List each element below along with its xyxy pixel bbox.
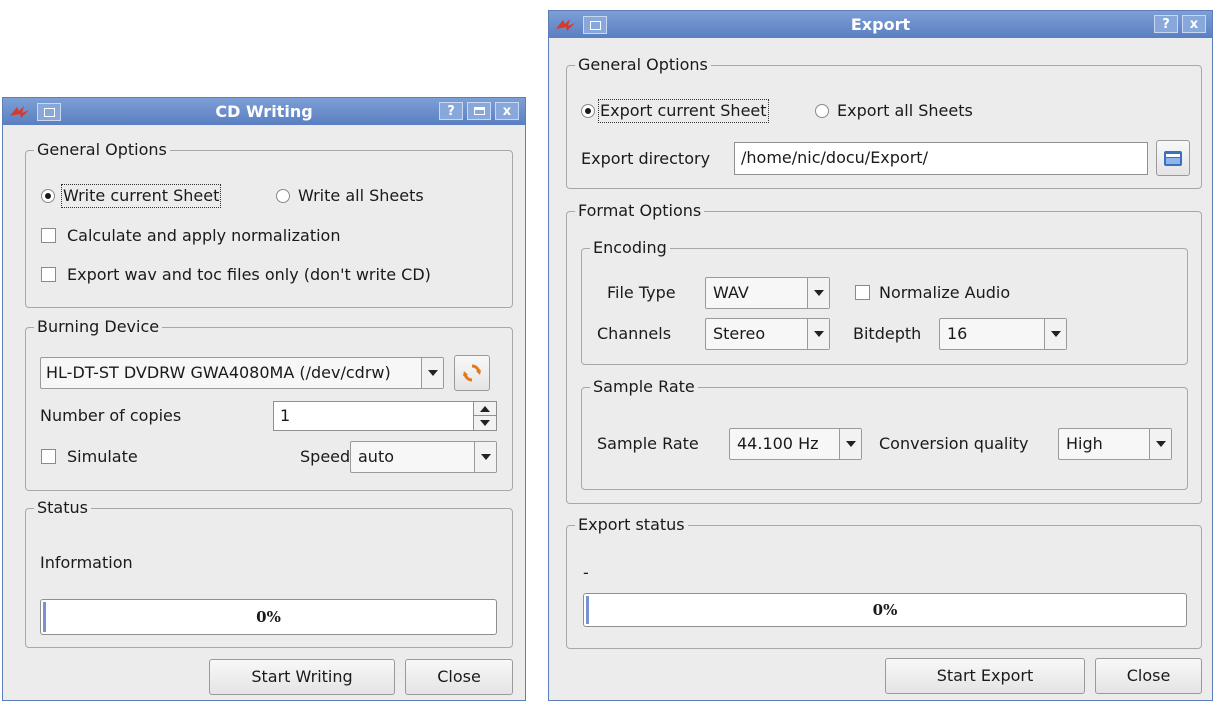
progress-text: 0%: [872, 601, 898, 619]
group-legend: Burning Device: [34, 317, 163, 337]
file-type-select[interactable]: WAV: [705, 277, 830, 309]
export-directory-label: Export directory: [581, 149, 711, 168]
device-select[interactable]: HL-DT-ST DVDRW GWA4080MA (/dev/cdrw): [40, 357, 444, 389]
bitdepth-select[interactable]: 16: [939, 318, 1067, 350]
chevron-down-icon[interactable]: [807, 278, 829, 308]
format-options-group: Format Options Encoding File Type WAV No…: [566, 201, 1202, 504]
channels-label: Channels: [597, 324, 672, 343]
export-current-radio[interactable]: [581, 104, 595, 118]
export-directory-input[interactable]: /home/nic/docu/Export/: [734, 142, 1148, 175]
chevron-down-icon[interactable]: [474, 442, 496, 472]
group-legend: Sample Rate: [590, 377, 698, 397]
bitdepth-label: Bitdepth: [853, 324, 922, 343]
export-all-label[interactable]: Export all Sheets: [837, 100, 973, 122]
close-icon[interactable]: x: [1182, 15, 1206, 33]
channels-value: Stereo: [713, 324, 766, 343]
group-legend: Encoding: [590, 238, 670, 258]
window-title: Export: [850, 15, 911, 34]
chevron-up-icon[interactable]: [474, 402, 496, 416]
burning-device-group: Burning Device HL-DT-ST DVDRW GWA4080MA …: [25, 317, 513, 491]
start-writing-button[interactable]: Start Writing: [209, 659, 395, 695]
refresh-icon: [463, 364, 481, 382]
simulate-label[interactable]: Simulate: [67, 446, 138, 468]
chevron-down-icon[interactable]: [1044, 319, 1066, 349]
file-type-label: File Type: [607, 283, 676, 302]
chevron-down-icon[interactable]: [807, 319, 829, 349]
normalize-audio-checkbox[interactable]: [855, 285, 870, 300]
simulate-checkbox[interactable]: [41, 449, 56, 464]
status-info: -: [583, 563, 589, 582]
refresh-devices-button[interactable]: [454, 355, 490, 391]
device-value: HL-DT-ST DVDRW GWA4080MA (/dev/cdrw): [46, 363, 391, 382]
export-all-radio[interactable]: [815, 104, 829, 118]
encoding-group: Encoding File Type WAV Normalize Audio C…: [581, 238, 1188, 365]
bitdepth-value: 16: [947, 324, 968, 343]
chevron-down-icon[interactable]: [839, 429, 861, 459]
export-current-label[interactable]: Export current Sheet: [598, 99, 769, 123]
normalization-checkbox[interactable]: [41, 228, 56, 243]
sample-rate-select[interactable]: 44.100 Hz: [729, 428, 862, 460]
write-current-radio[interactable]: [41, 189, 55, 203]
maximize-icon[interactable]: [467, 102, 491, 120]
copies-label: Number of copies: [40, 406, 182, 425]
write-current-label[interactable]: Write current Sheet: [61, 184, 222, 208]
sample-rate-group: Sample Rate Sample Rate 44.100 Hz Conver…: [581, 377, 1188, 490]
channels-select[interactable]: Stereo: [705, 318, 830, 350]
sample-rate-label: Sample Rate: [597, 434, 699, 453]
close-button[interactable]: Close: [1095, 658, 1202, 694]
close-button[interactable]: Close: [405, 659, 513, 695]
status-group: Status Information 0%: [25, 498, 513, 648]
group-legend: Export status: [575, 515, 688, 535]
write-all-label[interactable]: Write all Sheets: [298, 185, 424, 207]
export-window: Export ? x General Options Export curren…: [548, 10, 1213, 701]
help-icon[interactable]: ?: [1154, 15, 1178, 33]
group-legend: Format Options: [575, 201, 705, 221]
folder-open-icon: [1164, 151, 1182, 166]
chevron-down-icon[interactable]: [474, 416, 496, 430]
file-type-value: WAV: [713, 283, 749, 302]
export-directory-value: /home/nic/docu/Export/: [741, 148, 928, 167]
group-legend: General Options: [34, 140, 170, 160]
export-status-group: Export status - 0%: [566, 515, 1202, 649]
sample-rate-value: 44.100 Hz: [737, 434, 819, 453]
write-all-radio[interactable]: [276, 189, 290, 203]
status-info: Information: [40, 553, 133, 572]
general-options-group: General Options Write current Sheet Writ…: [25, 140, 513, 308]
copies-value: 1: [280, 406, 291, 425]
copies-stepper[interactable]: [473, 402, 496, 430]
export-titlebar[interactable]: Export ? x: [549, 11, 1212, 38]
chevron-down-icon[interactable]: [421, 358, 443, 388]
cd-writing-titlebar[interactable]: CD Writing ? x: [3, 98, 525, 125]
conversion-quality-label: Conversion quality: [879, 434, 1029, 453]
cd-writing-window: CD Writing ? x General Options Write cur…: [2, 97, 526, 701]
normalization-label[interactable]: Calculate and apply normalization: [67, 225, 340, 247]
progress-text: 0%: [256, 608, 281, 626]
writing-progress-bar: 0%: [40, 599, 497, 635]
speed-value: auto: [358, 447, 395, 466]
export-only-label[interactable]: Export wav and toc files only (don't wri…: [67, 264, 431, 286]
help-icon[interactable]: ?: [439, 102, 463, 120]
speed-select[interactable]: auto: [350, 441, 497, 473]
conversion-quality-value: High: [1066, 434, 1103, 453]
copies-spinbox[interactable]: 1: [273, 401, 497, 431]
export-only-checkbox[interactable]: [41, 267, 56, 282]
group-legend: Status: [34, 498, 91, 518]
export-progress-bar: 0%: [583, 593, 1187, 627]
group-legend: General Options: [575, 55, 711, 75]
chevron-down-icon[interactable]: [1149, 429, 1171, 459]
start-export-button[interactable]: Start Export: [885, 658, 1085, 694]
close-icon[interactable]: x: [495, 102, 519, 120]
speed-label: Speed: [300, 447, 351, 466]
normalize-audio-label[interactable]: Normalize Audio: [879, 282, 1010, 304]
general-options-group: General Options Export current Sheet Exp…: [566, 55, 1202, 189]
browse-directory-button[interactable]: [1156, 140, 1190, 176]
conversion-quality-select[interactable]: High: [1058, 428, 1172, 460]
